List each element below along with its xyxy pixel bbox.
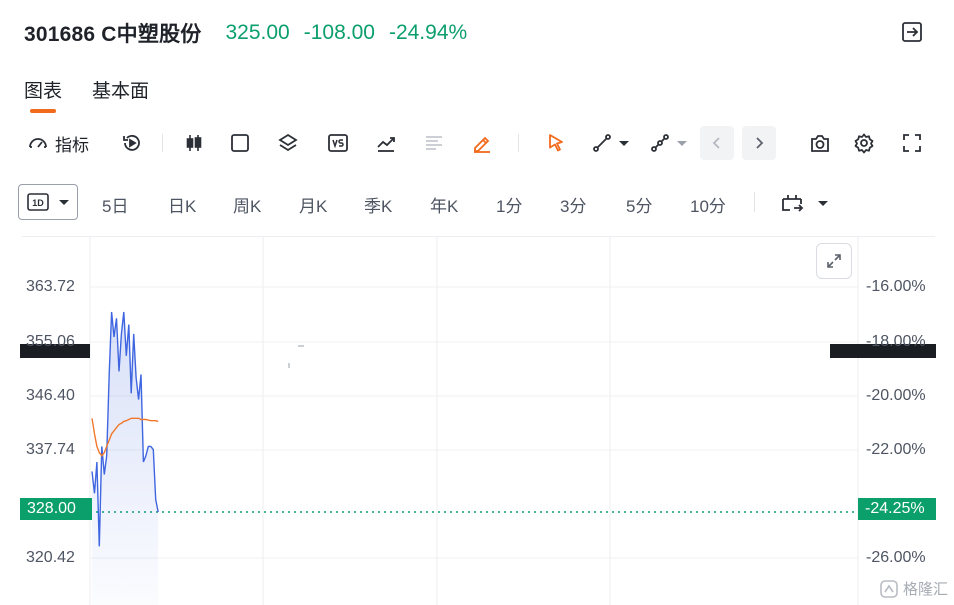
right-tick: -18.00% (866, 333, 926, 350)
expand-icon (827, 254, 841, 268)
export-button[interactable] (900, 20, 924, 44)
period-yearly[interactable]: 年K (430, 192, 458, 217)
replay-icon (123, 135, 140, 151)
chevron-down-icon (818, 201, 828, 206)
last-price: 325.00 (225, 21, 290, 44)
date-range-icon (782, 195, 804, 212)
layers-button[interactable] (276, 124, 300, 162)
period-dropdown[interactable]: 1D (18, 184, 78, 220)
settings-button[interactable] (852, 124, 876, 162)
price-change-pct: -24.94% (388, 21, 468, 44)
compare-button[interactable] (326, 124, 350, 162)
candlestick-icon (186, 135, 202, 151)
export-icon (902, 22, 922, 42)
chart-toolbar: 指标 (22, 124, 932, 162)
chart-area[interactable]: 363.72 355.06 346.40 337.74 320.42 -16.0… (0, 236, 954, 605)
link-tool-button[interactable] (646, 124, 692, 162)
candlestick-button[interactable] (182, 124, 206, 162)
price-change: -108.00 (303, 21, 375, 44)
period-quarterly[interactable]: 季K (364, 192, 392, 217)
left-tick: 346.40 (26, 387, 75, 404)
current-pct-tag: -24.25% (858, 498, 936, 520)
left-tick: 355.06 (26, 333, 75, 350)
period-weekly[interactable]: 周K (233, 192, 261, 217)
period-monthly[interactable]: 月K (299, 192, 327, 217)
period-daily[interactable]: 日K (168, 192, 196, 217)
square-icon (231, 134, 249, 152)
period-5min[interactable]: 5分 (626, 192, 652, 217)
period-1min[interactable]: 1分 (496, 192, 522, 217)
watermark-text: 格隆汇 (902, 581, 948, 598)
period-3min[interactable]: 3分 (560, 192, 586, 217)
quote-header: 301686 C中塑股份 325.00 -108.00 -24.94% (24, 18, 930, 48)
fullscreen-icon (903, 134, 921, 152)
period-10min[interactable]: 10分 (690, 192, 726, 217)
main-tabs: 图表 基本面 (24, 76, 149, 113)
period-5day[interactable]: 5日 (102, 192, 128, 217)
link-tool-icon (651, 134, 669, 152)
period-bar: 1D 5日 日K 周K 月K 季K 年K 1分 3分 5分 10分 (18, 184, 938, 222)
interval-1d-icon: 1D (27, 193, 49, 211)
line-tool-icon (593, 134, 611, 152)
left-tick: 337.74 (26, 441, 75, 458)
pen-button[interactable] (470, 124, 494, 162)
fullscreen-button[interactable] (900, 124, 924, 162)
chart-grid (22, 236, 935, 605)
chevron-down-icon (619, 141, 629, 146)
cursor-button[interactable] (544, 124, 568, 162)
date-range-button[interactable] (778, 184, 832, 222)
left-tick: 320.42 (26, 549, 75, 566)
trend-button[interactable] (374, 124, 398, 162)
current-price-tag: 328.00 (20, 498, 92, 520)
gelonghui-logo-icon (880, 579, 898, 598)
line-tool-button[interactable] (588, 124, 634, 162)
tab-chart[interactable]: 图表 (24, 76, 62, 113)
indicator-label: 指标 (55, 135, 89, 155)
chevron-down-icon (59, 200, 69, 205)
align-icon (426, 136, 442, 150)
chart-marks (20, 311, 936, 605)
screenshot-button[interactable] (808, 124, 832, 162)
cursor-icon (549, 134, 563, 152)
align-button[interactable] (422, 124, 446, 162)
next-button[interactable] (742, 126, 776, 160)
replay-button[interactable] (120, 124, 144, 162)
right-tick: -20.00% (866, 387, 926, 404)
stock-name: 301686 C中塑股份 (24, 23, 202, 46)
price-chart (20, 236, 936, 605)
indicator-button[interactable]: 指标 (22, 124, 94, 162)
right-tick: -22.00% (866, 441, 926, 458)
right-tick: -26.00% (866, 549, 926, 566)
shape-button[interactable] (228, 124, 252, 162)
right-tick: -16.00% (866, 278, 926, 295)
layers-icon (278, 133, 298, 152)
gear-icon (854, 133, 874, 154)
trend-icon (377, 137, 395, 152)
toolbar-divider (518, 134, 519, 152)
period-selected-value: 1D (32, 198, 44, 208)
period-divider (754, 192, 755, 212)
camera-icon (811, 135, 829, 152)
gauge-icon (29, 138, 47, 148)
pen-icon (474, 136, 490, 153)
chevron-left-icon (712, 137, 720, 149)
chevron-down-icon (677, 141, 687, 146)
tab-fundamentals[interactable]: 基本面 (92, 76, 149, 111)
vs-icon (328, 134, 348, 152)
watermark: 格隆汇 (879, 578, 948, 599)
left-tick: 363.72 (26, 278, 75, 295)
chevron-right-icon (756, 137, 764, 149)
toolbar-divider (162, 134, 163, 152)
prev-button[interactable] (700, 126, 734, 160)
expand-chart-button[interactable] (816, 243, 852, 279)
